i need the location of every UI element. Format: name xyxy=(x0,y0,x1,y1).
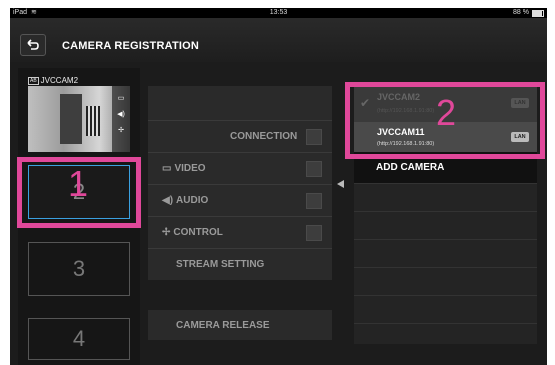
audio-icon: ◀) xyxy=(162,195,174,206)
slot-number: 4 xyxy=(72,326,86,351)
camera-preview-thumbnail[interactable]: ▭ ◀) ✢ xyxy=(28,86,130,152)
connection-label: CONNECTION xyxy=(230,131,298,142)
battery-icon xyxy=(532,9,544,17)
status-bar: iPad ≋ 13:53 88 % xyxy=(10,8,547,18)
clock: 13:53 xyxy=(269,9,288,16)
preview-camera-name: JVCCAM2 xyxy=(40,76,79,85)
audio-label: AUDIO xyxy=(176,195,209,206)
control-icon: ✢ xyxy=(118,127,124,134)
control-icon: ✢ xyxy=(162,227,171,238)
preview-camera-label: AB JVCCAM2 xyxy=(28,76,78,85)
camera-release-label: CAMERA RELEASE xyxy=(176,320,270,331)
empty-list-row xyxy=(354,296,537,324)
control-row[interactable]: ✢ CONTROL xyxy=(148,216,332,248)
stream-setting-label: STREAM SETTING xyxy=(176,259,265,270)
empty-list-row xyxy=(354,268,537,296)
battery-text: 88 % xyxy=(513,9,529,16)
back-button[interactable] xyxy=(20,34,46,56)
video-icon: ▭ xyxy=(162,163,172,174)
video-row[interactable]: ▭ VIDEO xyxy=(148,152,332,184)
video-icon: ▭ xyxy=(117,95,125,102)
empty-list-row xyxy=(354,184,537,212)
empty-list-row xyxy=(354,240,537,268)
audio-icon: ◀) xyxy=(117,111,125,118)
camera-settings-panel: CONNECTION ▭ VIDEO ◀) AUDIO ✢ CONTROL STREA… xyxy=(148,86,332,280)
back-arrow-icon xyxy=(27,39,39,50)
camera-release-button[interactable]: CAMERA RELEASE xyxy=(148,310,332,340)
connection-checkbox[interactable] xyxy=(306,129,322,145)
title-bar: CAMERA REGISTRATION xyxy=(10,18,547,62)
video-label: VIDEO xyxy=(174,163,206,174)
page-title: CAMERA REGISTRATION xyxy=(62,40,200,52)
callout-number-1: 1 xyxy=(68,163,89,204)
control-checkbox[interactable] xyxy=(306,225,322,241)
camera-slot-3[interactable]: 3 xyxy=(28,242,130,296)
empty-list-row xyxy=(354,212,537,240)
audio-row[interactable]: ◀) AUDIO xyxy=(148,184,332,216)
connection-row[interactable]: CONNECTION xyxy=(148,120,332,152)
callout-number-2: 2 xyxy=(436,92,457,133)
slot-number: 3 xyxy=(72,256,86,281)
add-camera-button[interactable]: ADD CAMERA xyxy=(376,162,444,173)
video-tag-icon: AB xyxy=(28,76,39,85)
arrow-left-icon xyxy=(337,180,344,188)
camera-slot-4[interactable]: 4 xyxy=(28,318,130,360)
control-label: CONTROL xyxy=(173,227,223,238)
empty-list-row xyxy=(354,324,537,352)
audio-checkbox[interactable] xyxy=(306,193,322,209)
video-checkbox[interactable] xyxy=(306,161,322,177)
stream-setting-row[interactable]: STREAM SETTING xyxy=(148,248,332,280)
